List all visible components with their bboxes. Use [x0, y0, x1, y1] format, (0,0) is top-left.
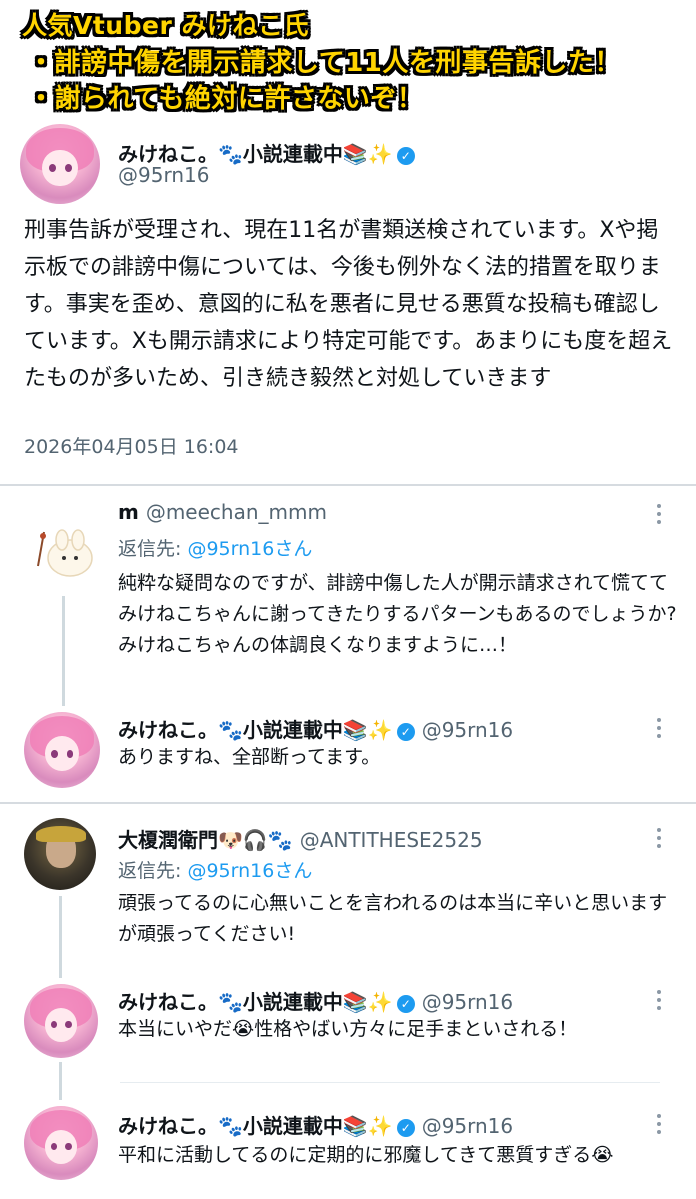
- divider: [0, 484, 696, 486]
- reply-handle[interactable]: @95rn16: [422, 718, 513, 742]
- avatar[interactable]: [20, 124, 100, 204]
- banner-line-1: 人気Vtuber みけねこ氏: [22, 11, 309, 40]
- thread-line: [59, 896, 62, 978]
- more-options-icon[interactable]: [656, 826, 662, 850]
- verified-badge-icon: ✓: [396, 146, 415, 165]
- divider: [120, 1082, 660, 1083]
- banner-line-2: ・誹謗中傷を開示請求して11人を刑事告訴した！: [28, 48, 621, 78]
- banner-line-3: ・謝られても絶対に許さないぞ！: [28, 84, 424, 114]
- verified-badge-icon: ✓: [396, 994, 415, 1013]
- reply-handle[interactable]: @meechan_mmm: [146, 500, 327, 524]
- reply-text: 純粋な疑問なのですが、誹謗中傷した人が開示請求されて慌ててみけねこちゃんに謝って…: [118, 572, 677, 656]
- reply-handle[interactable]: @95rn16: [422, 990, 513, 1014]
- reply-name-text: m: [118, 500, 139, 524]
- reply-text: 本当にいやだ😭性格やばい方々に足手まといされる！: [118, 1018, 578, 1040]
- author-handle[interactable]: @95rn16: [118, 163, 209, 187]
- reply-display-name[interactable]: みけねこ。🐾小説連載中📚✨ ✓ @95rn16: [118, 1110, 513, 1139]
- post-text: 刑事告訴が受理され、現在11名が書類送検されています。Xや掲示板での誹謗中傷につ…: [24, 218, 673, 391]
- avatar[interactable]: [24, 818, 96, 890]
- more-options-icon[interactable]: [656, 988, 662, 1012]
- reply-name-text: 大榎潤衛門🐶🎧🐾: [118, 828, 293, 852]
- reply-display-name[interactable]: 大榎潤衛門🐶🎧🐾 @ANTITHESE2525: [118, 824, 483, 853]
- more-options-icon[interactable]: [656, 502, 662, 526]
- post-timestamp[interactable]: 2026年04月05日 16:04: [24, 432, 239, 459]
- reply-name-text: みけねこ。🐾小説連載中📚✨: [118, 1114, 393, 1138]
- caption-banner: 人気Vtuber みけねこ氏 ・誹謗中傷を開示請求して11人を刑事告訴した！ ・…: [0, 0, 696, 114]
- thread-line: [59, 1062, 62, 1100]
- reply-to-label: 返信先:: [118, 860, 188, 882]
- more-options-icon[interactable]: [656, 716, 662, 740]
- reply-handle[interactable]: @ANTITHESE2525: [300, 828, 483, 852]
- rabbit-mascot-icon: [37, 529, 93, 577]
- reply-name-text: みけねこ。🐾小説連載中📚✨: [118, 718, 393, 742]
- reply-to-line: 返信先: @95rn16さん: [118, 856, 312, 883]
- thread-line: [62, 596, 65, 706]
- reply-to-mention[interactable]: @95rn16さん: [187, 538, 312, 560]
- reply-text: 頑張ってるのに心無いことを言われるのは本当に辛いと思いますが頑張ってください!: [118, 892, 668, 945]
- reply-to-label: 返信先:: [118, 538, 188, 560]
- reply-name-text: みけねこ。🐾小説連載中📚✨: [118, 990, 393, 1014]
- reply-text: 平和に活動してるのに定期的に邪魔してきて悪質すぎる😭: [118, 1144, 614, 1166]
- reply-to-mention[interactable]: @95rn16さん: [187, 860, 312, 882]
- avatar[interactable]: [24, 1106, 98, 1180]
- divider: [0, 802, 696, 804]
- reply-handle[interactable]: @95rn16: [422, 1114, 513, 1138]
- reply-display-name[interactable]: m @meechan_mmm: [118, 500, 327, 524]
- avatar[interactable]: [24, 512, 104, 592]
- avatar[interactable]: [24, 984, 98, 1058]
- avatar[interactable]: [24, 712, 100, 788]
- verified-badge-icon: ✓: [396, 722, 415, 741]
- verified-badge-icon: ✓: [396, 1118, 415, 1137]
- reply-text: ありますね、全部断ってます。: [118, 746, 381, 768]
- reply-display-name[interactable]: みけねこ。🐾小説連載中📚✨ ✓ @95rn16: [118, 986, 513, 1015]
- reply-display-name[interactable]: みけねこ。🐾小説連載中📚✨ ✓ @95rn16: [118, 714, 513, 743]
- reply-to-line: 返信先: @95rn16さん: [118, 534, 312, 561]
- more-options-icon[interactable]: [656, 1112, 662, 1136]
